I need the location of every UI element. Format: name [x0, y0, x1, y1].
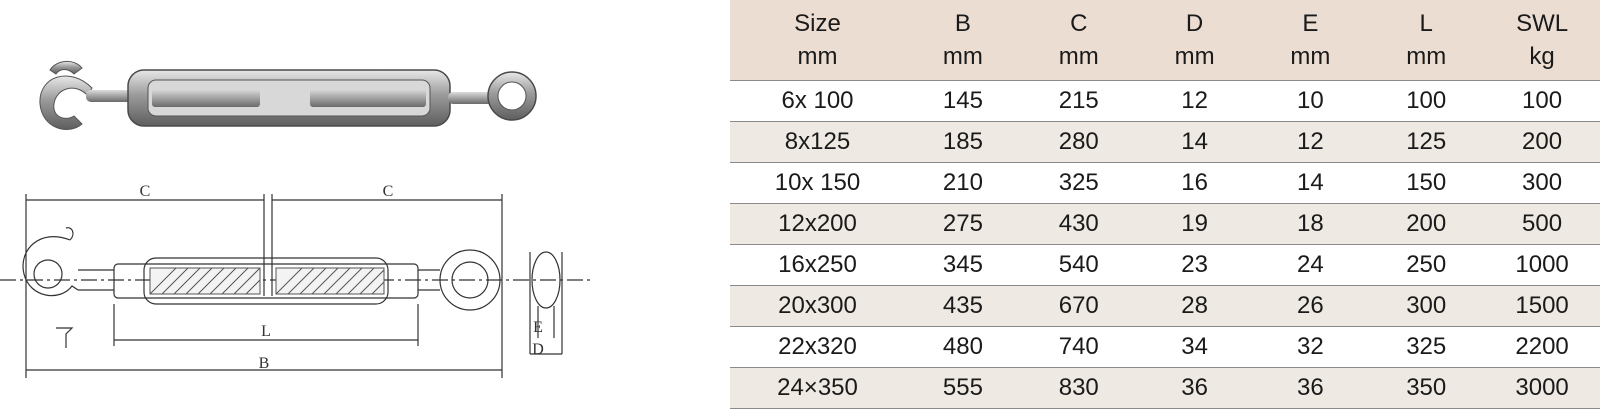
cell-e: 36: [1252, 367, 1369, 409]
cell-swl: 200: [1484, 121, 1600, 163]
header-unit: kg: [1529, 43, 1555, 70]
header-label: C: [1070, 10, 1088, 37]
cell-c: 830: [1020, 367, 1137, 409]
cell-l: 200: [1368, 203, 1485, 245]
cell-b: 480: [905, 326, 1021, 368]
header-swl: SWL kg: [1484, 0, 1600, 81]
cell-size: 20x300: [730, 285, 905, 327]
cell-c: 325: [1020, 162, 1137, 204]
cell-swl: 2200: [1484, 326, 1600, 368]
header-b: Bmm: [905, 0, 1021, 81]
header-l: Lmm: [1368, 0, 1484, 81]
cell-d: 28: [1136, 285, 1253, 327]
header-unit: mm: [797, 43, 838, 70]
cell-b: 555: [905, 367, 1021, 409]
cell-size: 8x125: [730, 121, 905, 163]
header-unit: mm: [1174, 43, 1215, 70]
cell-b: 145: [905, 80, 1021, 122]
dim-label-c-left: C: [140, 183, 151, 200]
dim-label-c-right: C: [383, 183, 394, 200]
dim-label-e: E: [533, 319, 543, 336]
header-label: E: [1302, 10, 1319, 37]
header-d: Dmm: [1137, 0, 1253, 81]
cell-c: 670: [1020, 285, 1137, 327]
cell-size: 12x200: [730, 203, 905, 245]
cell-d: 14: [1136, 121, 1253, 163]
cell-d: 34: [1136, 326, 1253, 368]
cell-e: 14: [1252, 162, 1369, 204]
header-label: SWL: [1516, 10, 1569, 37]
table-row: 24×350 555 830 36 36 350 3000: [730, 367, 1600, 409]
dim-label-d: D: [532, 341, 544, 358]
turnbuckle-technical-drawing: C C L B E D: [0, 183, 590, 378]
dim-label-b: B: [259, 355, 270, 372]
table-row: 12x200 275 430 19 18 200 500: [730, 203, 1600, 245]
cell-e: 10: [1252, 80, 1369, 122]
cell-swl: 500: [1484, 203, 1600, 245]
cell-b: 275: [905, 203, 1021, 245]
cell-d: 16: [1136, 162, 1253, 204]
cell-c: 280: [1020, 121, 1137, 163]
cell-e: 18: [1252, 203, 1369, 245]
table-row: 20x300 435 670 28 26 300 1500: [730, 285, 1600, 327]
cell-size: 22x320: [730, 326, 905, 368]
cell-e: 24: [1252, 244, 1369, 286]
table-header-row: Size mm Bmm Cmm Dmm Emm Lmm SWL kg: [730, 0, 1600, 81]
header-c: Cmm: [1021, 0, 1137, 81]
cell-size: 10x 150: [730, 162, 905, 204]
cell-c: 430: [1020, 203, 1137, 245]
cell-d: 12: [1136, 80, 1253, 122]
cell-swl: 1500: [1484, 285, 1600, 327]
cell-l: 250: [1368, 244, 1485, 286]
header-unit: mm: [1290, 43, 1331, 70]
cell-l: 100: [1368, 80, 1485, 122]
specification-table: Size mm Bmm Cmm Dmm Emm Lmm SWL kg 6x 100 1…: [730, 0, 1600, 409]
cell-l: 350: [1368, 367, 1485, 409]
cell-d: 19: [1136, 203, 1253, 245]
product-illustration: C C L B E D: [0, 0, 700, 419]
cell-l: 325: [1368, 326, 1485, 368]
cell-c: 540: [1020, 244, 1137, 286]
specification-table-container: Size mm Bmm Cmm Dmm Emm Lmm SWL kg 6x 100 1…: [730, 0, 1600, 419]
cell-swl: 3000: [1484, 367, 1600, 409]
cell-size: 24×350: [730, 367, 905, 409]
cell-c: 215: [1020, 80, 1137, 122]
table-row: 8x125 185 280 14 12 125 200: [730, 121, 1600, 163]
header-unit: mm: [1058, 43, 1099, 70]
cell-swl: 100: [1484, 80, 1600, 122]
header-label: B: [954, 10, 971, 37]
header-label: L: [1419, 10, 1433, 37]
cell-e: 26: [1252, 285, 1369, 327]
header-e: Emm: [1252, 0, 1368, 81]
dim-label-l: L: [261, 323, 271, 340]
cell-e: 12: [1252, 121, 1369, 163]
table-row: 16x250 345 540 23 24 250 1000: [730, 244, 1600, 286]
turnbuckle-photo: [39, 61, 537, 130]
cell-b: 345: [905, 244, 1021, 286]
cell-swl: 1000: [1484, 244, 1600, 286]
table-row: 6x 100 145 215 12 10 100 100: [730, 80, 1600, 122]
cell-l: 300: [1368, 285, 1485, 327]
cell-l: 150: [1368, 162, 1485, 204]
table-row: 22x320 480 740 34 32 325 2200: [730, 326, 1600, 368]
header-unit: mm: [942, 43, 983, 70]
header-unit: mm: [1406, 43, 1447, 70]
cell-b: 435: [905, 285, 1021, 327]
header-label: D: [1185, 10, 1204, 37]
table-row: 10x 150 210 325 16 14 150 300: [730, 162, 1600, 204]
header-size: Size mm: [730, 0, 905, 81]
cell-e: 32: [1252, 326, 1369, 368]
cell-d: 36: [1136, 367, 1253, 409]
cell-b: 185: [905, 121, 1021, 163]
cell-d: 23: [1136, 244, 1253, 286]
cell-size: 6x 100: [730, 80, 905, 122]
header-label: Size: [794, 10, 841, 37]
cell-b: 210: [905, 162, 1021, 204]
cell-c: 740: [1020, 326, 1137, 368]
cell-swl: 300: [1484, 162, 1600, 204]
cell-size: 16x250: [730, 244, 905, 286]
cell-l: 125: [1368, 121, 1485, 163]
